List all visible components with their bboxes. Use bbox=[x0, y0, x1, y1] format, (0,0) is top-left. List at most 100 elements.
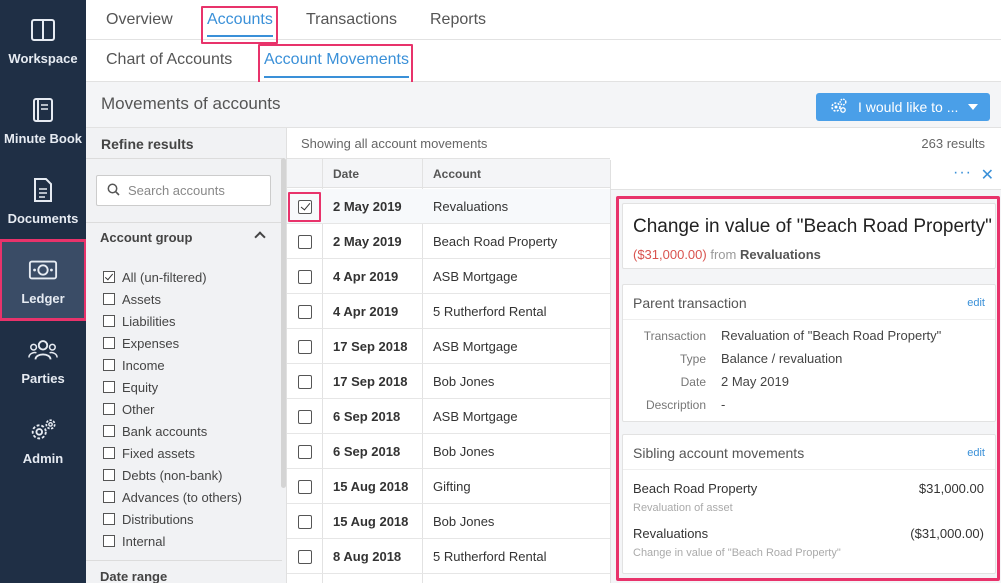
filter-other[interactable]: Other bbox=[103, 398, 242, 420]
column-header-date[interactable]: Date bbox=[333, 167, 359, 181]
left-nav: Workspace Minute Book Documents Ledger P… bbox=[0, 0, 87, 583]
table-row[interactable]: 2 May 2019 Revaluations bbox=[287, 189, 610, 224]
search-input[interactable] bbox=[128, 183, 268, 198]
filter-all[interactable]: All (un-filtered) bbox=[103, 266, 242, 288]
table-row[interactable]: 4 Apr 2019 5 Rutherford Rental bbox=[287, 294, 610, 329]
row-checkbox[interactable] bbox=[298, 305, 312, 319]
checkbox[interactable] bbox=[103, 535, 115, 547]
filter-advances[interactable]: Advances (to others) bbox=[103, 486, 242, 508]
checkbox[interactable] bbox=[103, 293, 115, 305]
row-account: Beach Road Property bbox=[433, 234, 558, 249]
checkbox[interactable] bbox=[103, 425, 115, 437]
book-icon bbox=[28, 95, 58, 125]
table-row[interactable]: 6 Sep 2018 Bob Jones bbox=[287, 434, 610, 469]
close-icon[interactable]: ✕ bbox=[981, 165, 994, 185]
filter-label: Debts (non-bank) bbox=[122, 467, 223, 483]
row-checkbox[interactable] bbox=[298, 445, 312, 459]
nav-label: Admin bbox=[22, 450, 64, 466]
divider bbox=[86, 222, 282, 223]
row-checkbox[interactable] bbox=[298, 480, 312, 494]
filter-internal[interactable]: Internal bbox=[103, 530, 242, 552]
filter-label: Equity bbox=[122, 379, 159, 395]
table-row[interactable]: 6 Sep 2018 ASB Mortgage bbox=[287, 399, 610, 434]
detail-toolbar: ··· ✕ bbox=[611, 160, 1001, 190]
row-date: 4 Apr 2019 bbox=[333, 304, 399, 319]
nav-item-workspace[interactable]: Workspace bbox=[0, 0, 86, 80]
table-row[interactable]: 17 Sep 2018 Bob Jones bbox=[287, 364, 610, 399]
table-row[interactable]: 17 Sep 2018 ASB Mortgage bbox=[287, 329, 610, 364]
row-account: ASB Mortgage bbox=[433, 339, 518, 354]
filter-assets[interactable]: Assets bbox=[103, 288, 242, 310]
row-checkbox[interactable] bbox=[298, 270, 312, 284]
row-checkbox[interactable] bbox=[298, 235, 312, 249]
nav-label: Parties bbox=[21, 370, 65, 386]
row-account: ASB Mortgage bbox=[433, 269, 518, 284]
filter-fixed-assets[interactable]: Fixed assets bbox=[103, 442, 242, 464]
column-header-account[interactable]: Account bbox=[433, 167, 481, 181]
account-group-filters: All (un-filtered) Assets Liabilities Exp… bbox=[103, 266, 242, 552]
filter-label: Fixed assets bbox=[122, 445, 195, 461]
checkbox[interactable] bbox=[103, 447, 115, 459]
row-checkbox[interactable] bbox=[298, 340, 312, 354]
row-checkbox[interactable] bbox=[298, 515, 312, 529]
row-account: Revaluations bbox=[433, 199, 509, 214]
filter-bank-accounts[interactable]: Bank accounts bbox=[103, 420, 242, 442]
tab-overview[interactable]: Overview bbox=[106, 0, 173, 40]
row-checkbox[interactable] bbox=[298, 375, 312, 389]
checkbox[interactable] bbox=[103, 359, 115, 371]
nav-item-parties[interactable]: Parties bbox=[0, 320, 86, 400]
action-button-label: I would like to ... bbox=[858, 99, 959, 115]
row-date: 15 Aug 2018 bbox=[333, 479, 409, 494]
page-header: Movements of accounts I would like to ..… bbox=[86, 82, 1001, 128]
table-row[interactable]: 2 May 2019 Beach Road Property bbox=[287, 224, 610, 259]
search-box[interactable] bbox=[96, 175, 271, 206]
checkbox[interactable] bbox=[103, 403, 115, 415]
filter-label: Distributions bbox=[122, 511, 194, 527]
account-group-header[interactable]: Account group bbox=[100, 230, 270, 245]
nav-item-minute-book[interactable]: Minute Book bbox=[0, 80, 86, 160]
refine-title: Refine results bbox=[101, 136, 194, 152]
row-date: 6 Sep 2018 bbox=[333, 409, 401, 424]
highlight-box bbox=[288, 192, 321, 222]
table-row[interactable]: 4 Apr 2019 ASB Mortgage bbox=[287, 259, 610, 294]
table-row[interactable]: 8 Aug 2018 5 Rutherford Rental bbox=[287, 539, 610, 574]
tab-transactions[interactable]: Transactions bbox=[306, 0, 397, 40]
action-dropdown-button[interactable]: I would like to ... bbox=[816, 93, 990, 121]
more-options-icon[interactable]: ··· bbox=[953, 164, 972, 182]
row-date: 17 Sep 2018 bbox=[333, 339, 408, 354]
row-checkbox[interactable] bbox=[298, 410, 312, 424]
table-row[interactable]: 15 Aug 2018 Gifting bbox=[287, 469, 610, 504]
checkbox[interactable] bbox=[103, 337, 115, 349]
filter-equity[interactable]: Equity bbox=[103, 376, 242, 398]
nav-label: Minute Book bbox=[4, 130, 82, 146]
table-row[interactable]: 15 Aug 2018 Bob Jones bbox=[287, 504, 610, 539]
filter-expenses[interactable]: Expenses bbox=[103, 332, 242, 354]
detail-panel: ··· ✕ Change in value of "Beach Road Pro… bbox=[610, 160, 1001, 583]
filter-distributions[interactable]: Distributions bbox=[103, 508, 242, 530]
checkbox[interactable] bbox=[103, 469, 115, 481]
nav-item-documents[interactable]: Documents bbox=[0, 160, 86, 240]
checkbox[interactable] bbox=[103, 271, 115, 283]
row-checkbox[interactable] bbox=[298, 550, 312, 564]
filter-liabilities[interactable]: Liabilities bbox=[103, 310, 242, 332]
chevron-down-icon bbox=[968, 104, 978, 110]
highlight-box bbox=[201, 6, 278, 44]
checkbox[interactable] bbox=[103, 513, 115, 525]
highlight-box bbox=[616, 196, 1000, 581]
row-date: 2 May 2019 bbox=[333, 234, 402, 249]
workspace-icon bbox=[28, 15, 58, 45]
date-range-header[interactable]: Date range bbox=[100, 569, 167, 583]
filter-debts[interactable]: Debts (non-bank) bbox=[103, 464, 242, 486]
checkbox[interactable] bbox=[103, 381, 115, 393]
checkbox[interactable] bbox=[103, 315, 115, 327]
nav-item-ledger[interactable]: Ledger bbox=[0, 239, 87, 321]
tab-chart-of-accounts[interactable]: Chart of Accounts bbox=[106, 40, 232, 80]
checkbox[interactable] bbox=[103, 491, 115, 503]
tab-reports[interactable]: Reports bbox=[430, 0, 486, 40]
scrollbar[interactable] bbox=[281, 158, 286, 488]
filter-label: Assets bbox=[122, 291, 162, 307]
filter-income[interactable]: Income bbox=[103, 354, 242, 376]
showing-text: Showing all account movements bbox=[301, 136, 488, 151]
nav-item-admin[interactable]: Admin bbox=[0, 400, 86, 480]
row-account: Gifting bbox=[433, 479, 471, 494]
